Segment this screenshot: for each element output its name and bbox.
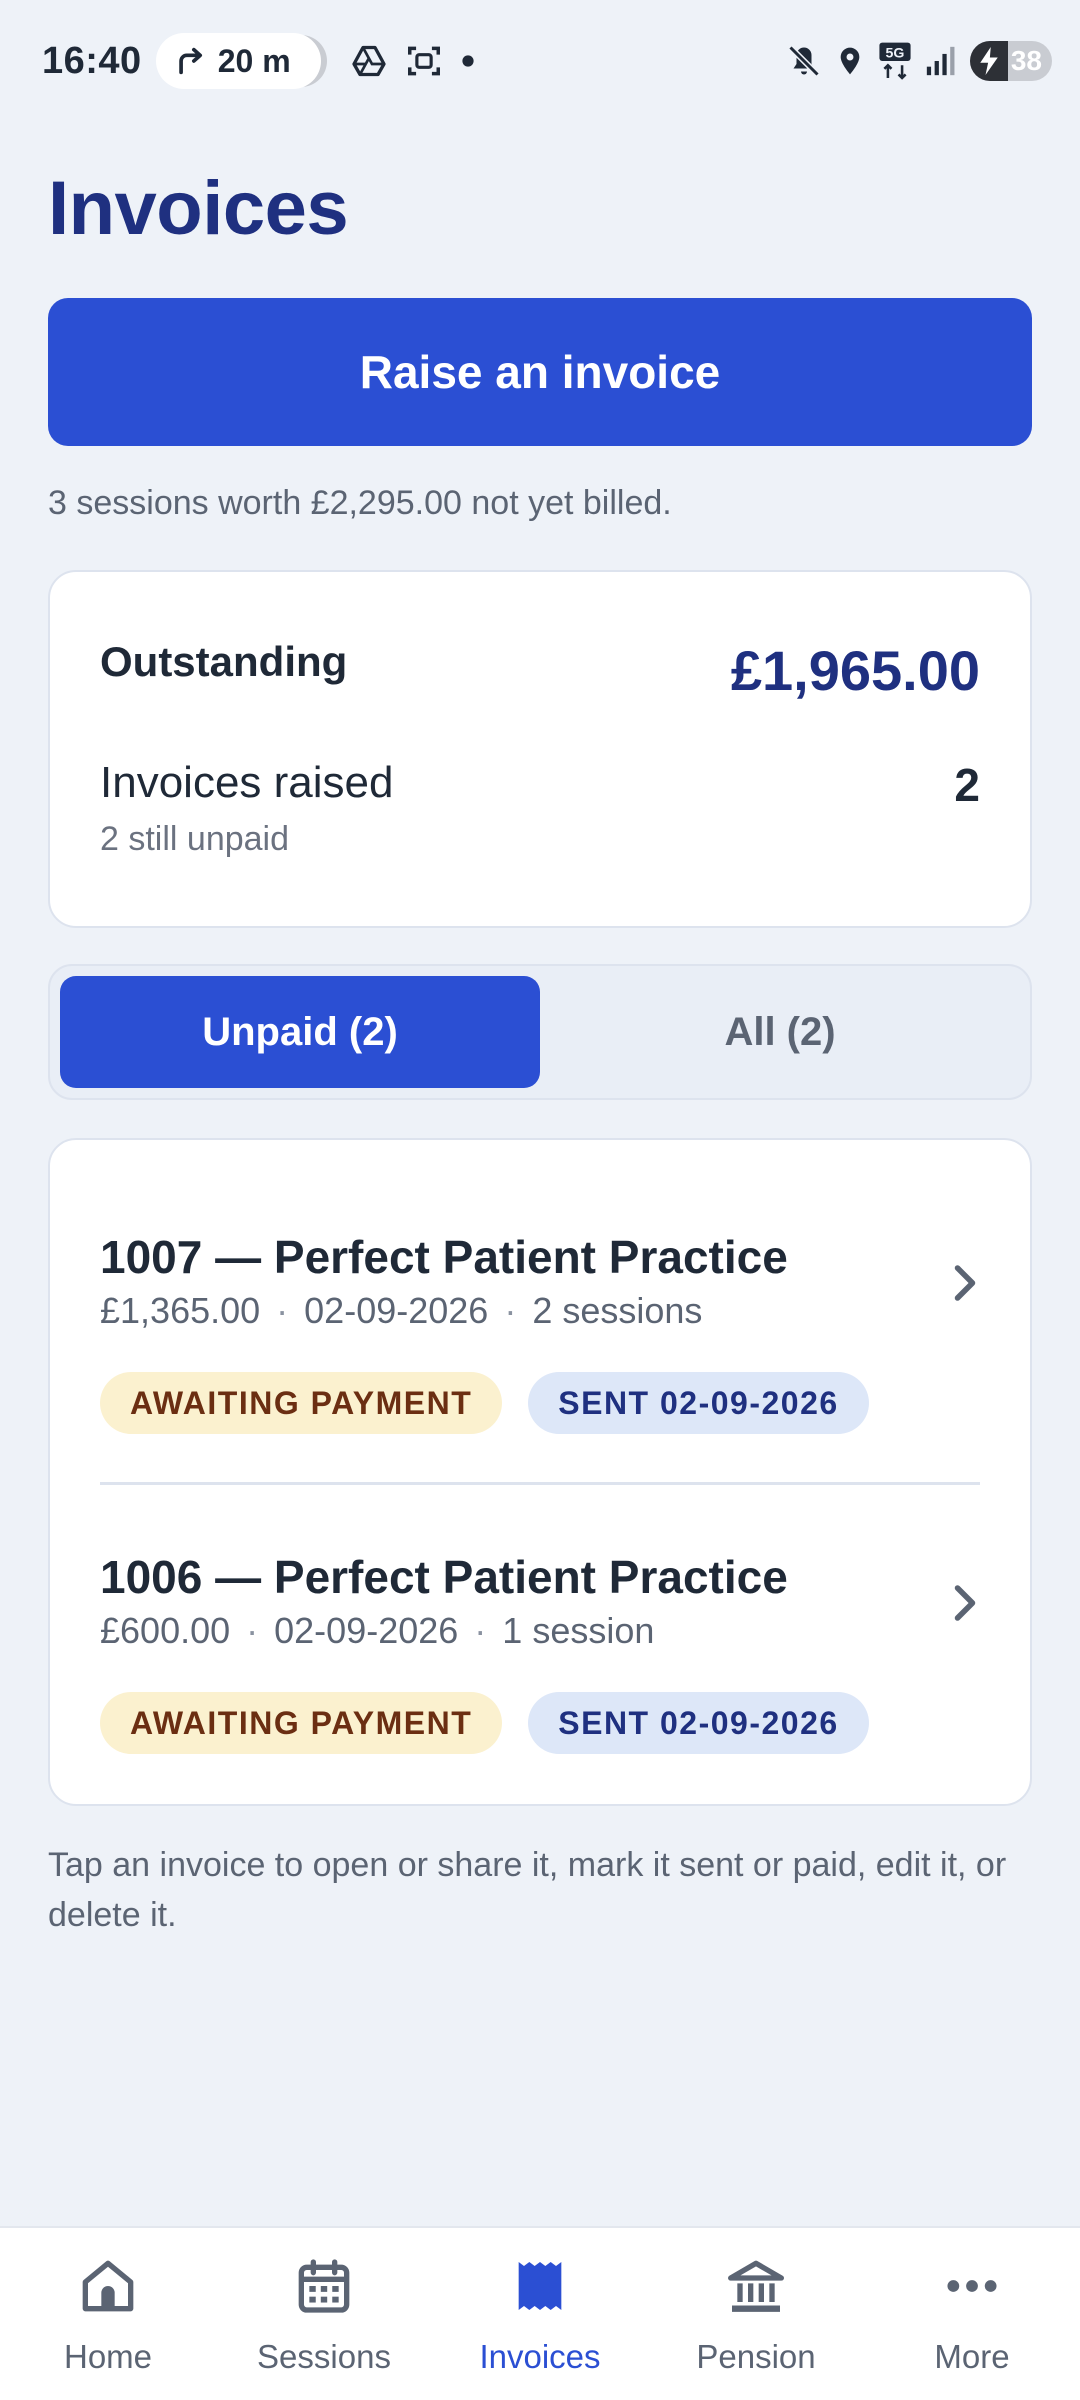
notification-dot-icon: [462, 55, 474, 67]
nav-label: Invoices: [479, 2338, 601, 2375]
outstanding-value: £1,965.00: [730, 639, 980, 702]
battery-indicator: 38: [970, 41, 1052, 81]
location-icon: [840, 47, 860, 75]
bank-icon: [728, 2260, 784, 2312]
invoice-amount: £600.00: [100, 1610, 231, 1651]
nav-label: Sessions: [257, 2338, 391, 2375]
network-5g-icon: 5G: [879, 42, 911, 80]
meta-separator: ·: [504, 1290, 517, 1331]
invoice-item-1006[interactable]: 1006 — Perfect Patient Practice £600.00 …: [100, 1460, 980, 1754]
status-time: 16:40: [42, 39, 142, 82]
invoice-meta: £600.00 · 02-09-2026 · 1 session: [100, 1610, 654, 1652]
more-icon: [947, 2280, 997, 2292]
invoice-badges: AWAITING PAYMENT SENT 02-09-2026: [100, 1692, 869, 1754]
meta-separator: ·: [246, 1610, 259, 1651]
still-unpaid-note: 2 still unpaid: [100, 820, 290, 858]
timer-pill[interactable]: 20 m: [155, 33, 321, 89]
nav-pension[interactable]: Pension: [648, 2228, 864, 2400]
unbilled-note: 3 sessions worth £2,295.00 not yet bille…: [48, 484, 672, 522]
charging-bolt-icon: [980, 47, 998, 75]
battery-level: 38: [1010, 45, 1042, 76]
receipt-icon: [518, 2262, 562, 2310]
sent-badge: SENT 02-09-2026: [528, 1692, 869, 1754]
invoice-filter-tabs: Unpaid (2) All (2): [48, 964, 1032, 1100]
status-bar: 16:40 20 m 5G 38: [0, 0, 1080, 122]
invoices-raised-row: Invoices raised 2: [100, 758, 980, 812]
nav-home[interactable]: Home: [0, 2228, 216, 2400]
signal-icon: [926, 46, 955, 76]
drive-icon: [351, 45, 386, 77]
chevron-right-icon: [954, 1265, 976, 1301]
invoice-item-1007[interactable]: 1007 — Perfect Patient Practice £1,365.0…: [100, 1140, 980, 1434]
meta-separator: ·: [474, 1610, 487, 1651]
invoice-date: 02-09-2026: [274, 1610, 459, 1651]
status-badge: AWAITING PAYMENT: [100, 1372, 503, 1434]
help-hint: Tap an invoice to open or share it, mark…: [48, 1846, 1007, 1934]
svg-text:5G: 5G: [886, 45, 905, 61]
calendar-icon: [298, 2259, 350, 2313]
invoice-badges: AWAITING PAYMENT SENT 02-09-2026: [100, 1372, 869, 1434]
turn-right-arrow-icon: [178, 47, 202, 75]
invoice-title: 1007 — Perfect Patient Practice: [100, 1231, 788, 1283]
invoice-date: 02-09-2026: [304, 1290, 489, 1331]
nav-more[interactable]: More: [864, 2228, 1080, 2400]
invoice-amount: £1,365.00: [100, 1290, 261, 1331]
invoices-raised-label: Invoices raised: [100, 758, 394, 807]
invoice-sessions: 2 sessions: [532, 1290, 703, 1331]
nav-label: Home: [63, 2338, 153, 2375]
tab-all[interactable]: All (2): [540, 976, 1020, 1088]
nav-invoices[interactable]: Invoices: [432, 2228, 648, 2400]
screenshot-icon: [407, 46, 440, 76]
chevron-right-icon: [954, 1585, 976, 1621]
nav-label: More: [934, 2338, 1010, 2375]
invoice-title: 1006 — Perfect Patient Practice: [100, 1551, 788, 1603]
invoice-meta: £1,365.00 · 02-09-2026 · 2 sessions: [100, 1290, 702, 1332]
page-title: Invoices: [48, 166, 349, 251]
status-badge: AWAITING PAYMENT: [100, 1692, 503, 1754]
sent-badge: SENT 02-09-2026: [528, 1372, 869, 1434]
meta-separator: ·: [276, 1290, 289, 1331]
outstanding-label: Outstanding: [100, 638, 348, 685]
summary-card: Outstanding £1,965.00 Invoices raised 2 …: [48, 570, 1032, 928]
raise-invoice-button[interactable]: Raise an invoice: [48, 298, 1032, 446]
nav-sessions[interactable]: Sessions: [216, 2228, 432, 2400]
invoice-sessions: 1 session: [502, 1610, 655, 1651]
invoices-raised-value: 2: [954, 759, 980, 811]
outstanding-row: Outstanding £1,965.00: [100, 638, 980, 703]
invoice-list: 1007 — Perfect Patient Practice £1,365.0…: [48, 1138, 1032, 1806]
home-icon: [82, 2260, 134, 2312]
nav-label: Pension: [696, 2338, 816, 2375]
timer-text: 20 m: [217, 42, 291, 79]
mute-icon: [788, 45, 820, 77]
tab-unpaid[interactable]: Unpaid (2): [60, 976, 540, 1088]
bottom-nav: Home Sessions Invoices Pension More: [0, 2226, 1080, 2400]
